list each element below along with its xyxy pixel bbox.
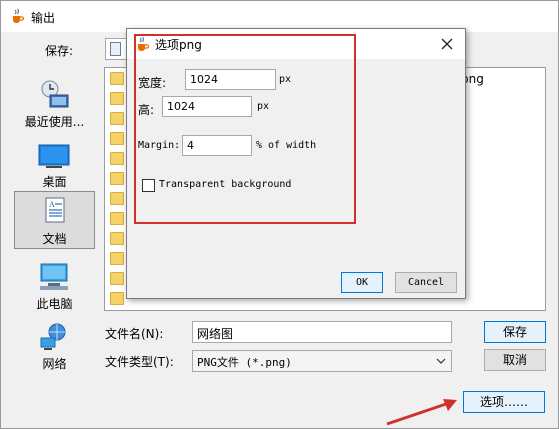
width-label: 宽度: <box>138 76 167 90</box>
margin-input[interactable]: 4 <box>182 135 252 156</box>
place-documents[interactable]: A 文档 <box>14 191 95 249</box>
png-options-titlebar[interactable]: 选项png <box>127 29 465 59</box>
height-label: 高: <box>138 103 155 117</box>
folder-icon[interactable] <box>110 72 124 85</box>
cancel-button[interactable]: 取消 <box>484 349 546 371</box>
width-unit: px <box>279 74 292 85</box>
place-network-label: 网络 <box>42 357 67 371</box>
svg-text:A: A <box>49 200 55 209</box>
place-computer[interactable]: 此电脑 <box>14 257 95 315</box>
save-dialog-title: 输出 <box>31 11 56 25</box>
folder-icon[interactable] <box>110 232 124 245</box>
png-options-dialog: 选项png 宽度: 1024 px 高: 1024 px Margin: 4 %… <box>126 28 466 299</box>
folder-icon[interactable] <box>110 292 124 305</box>
file-type-value: PNG文件 (*.png) <box>197 356 292 369</box>
file-type-label: 文件类型(T): <box>105 355 174 369</box>
save-button[interactable]: 保存 <box>484 321 546 343</box>
close-icon[interactable] <box>437 34 457 54</box>
ok-button[interactable]: OK <box>341 272 383 293</box>
desktop-icon <box>38 144 70 168</box>
transparent-background-label[interactable]: Transparent background <box>159 179 291 190</box>
folder-icon[interactable] <box>110 272 124 285</box>
red-highlight-box <box>134 34 356 224</box>
folder-icon[interactable] <box>110 212 124 225</box>
file-name-input[interactable]: 网络图 <box>192 321 452 343</box>
place-computer-label: 此电脑 <box>36 297 73 311</box>
java-cup-icon <box>138 36 150 51</box>
width-input[interactable]: 1024 <box>185 69 276 90</box>
file-name-label: 文件名(N): <box>105 327 164 341</box>
folder-icon[interactable] <box>110 92 124 105</box>
save-in-label: 保存: <box>45 44 74 58</box>
folder-icon[interactable] <box>110 192 124 205</box>
java-cup-icon <box>13 8 25 23</box>
place-network[interactable]: 网络 <box>14 317 95 375</box>
network-icon <box>40 323 66 350</box>
file-type-select[interactable]: PNG文件 (*.png) <box>192 350 452 372</box>
place-desktop-label: 桌面 <box>42 175 67 189</box>
png-options-title: 选项png <box>155 38 202 52</box>
documents-icon: A <box>45 197 65 223</box>
height-unit: px <box>257 101 270 112</box>
margin-unit: % of width <box>256 140 317 151</box>
folder-icon[interactable] <box>110 172 124 185</box>
place-documents-label: 文档 <box>42 232 67 246</box>
options-cancel-button[interactable]: Cancel <box>395 272 457 293</box>
options-button[interactable]: 选项…… <box>463 391 545 413</box>
folder-icon[interactable] <box>110 252 124 265</box>
place-recent[interactable]: 最近使用... <box>14 75 95 133</box>
red-arrow-annotation <box>386 399 457 426</box>
document-folder-icon <box>110 42 121 56</box>
folder-icon[interactable] <box>110 132 124 145</box>
computer-icon <box>40 263 68 290</box>
recent-icon <box>41 80 69 108</box>
folder-icon[interactable] <box>110 112 124 125</box>
margin-label: Margin: <box>138 140 181 151</box>
place-recent-label: 最近使用... <box>24 115 85 129</box>
chevron-down-icon <box>436 358 446 364</box>
place-desktop[interactable]: 桌面 <box>14 135 95 193</box>
height-input[interactable]: 1024 <box>162 96 252 117</box>
transparent-background-checkbox[interactable] <box>142 179 155 192</box>
folder-icon[interactable] <box>110 152 124 165</box>
